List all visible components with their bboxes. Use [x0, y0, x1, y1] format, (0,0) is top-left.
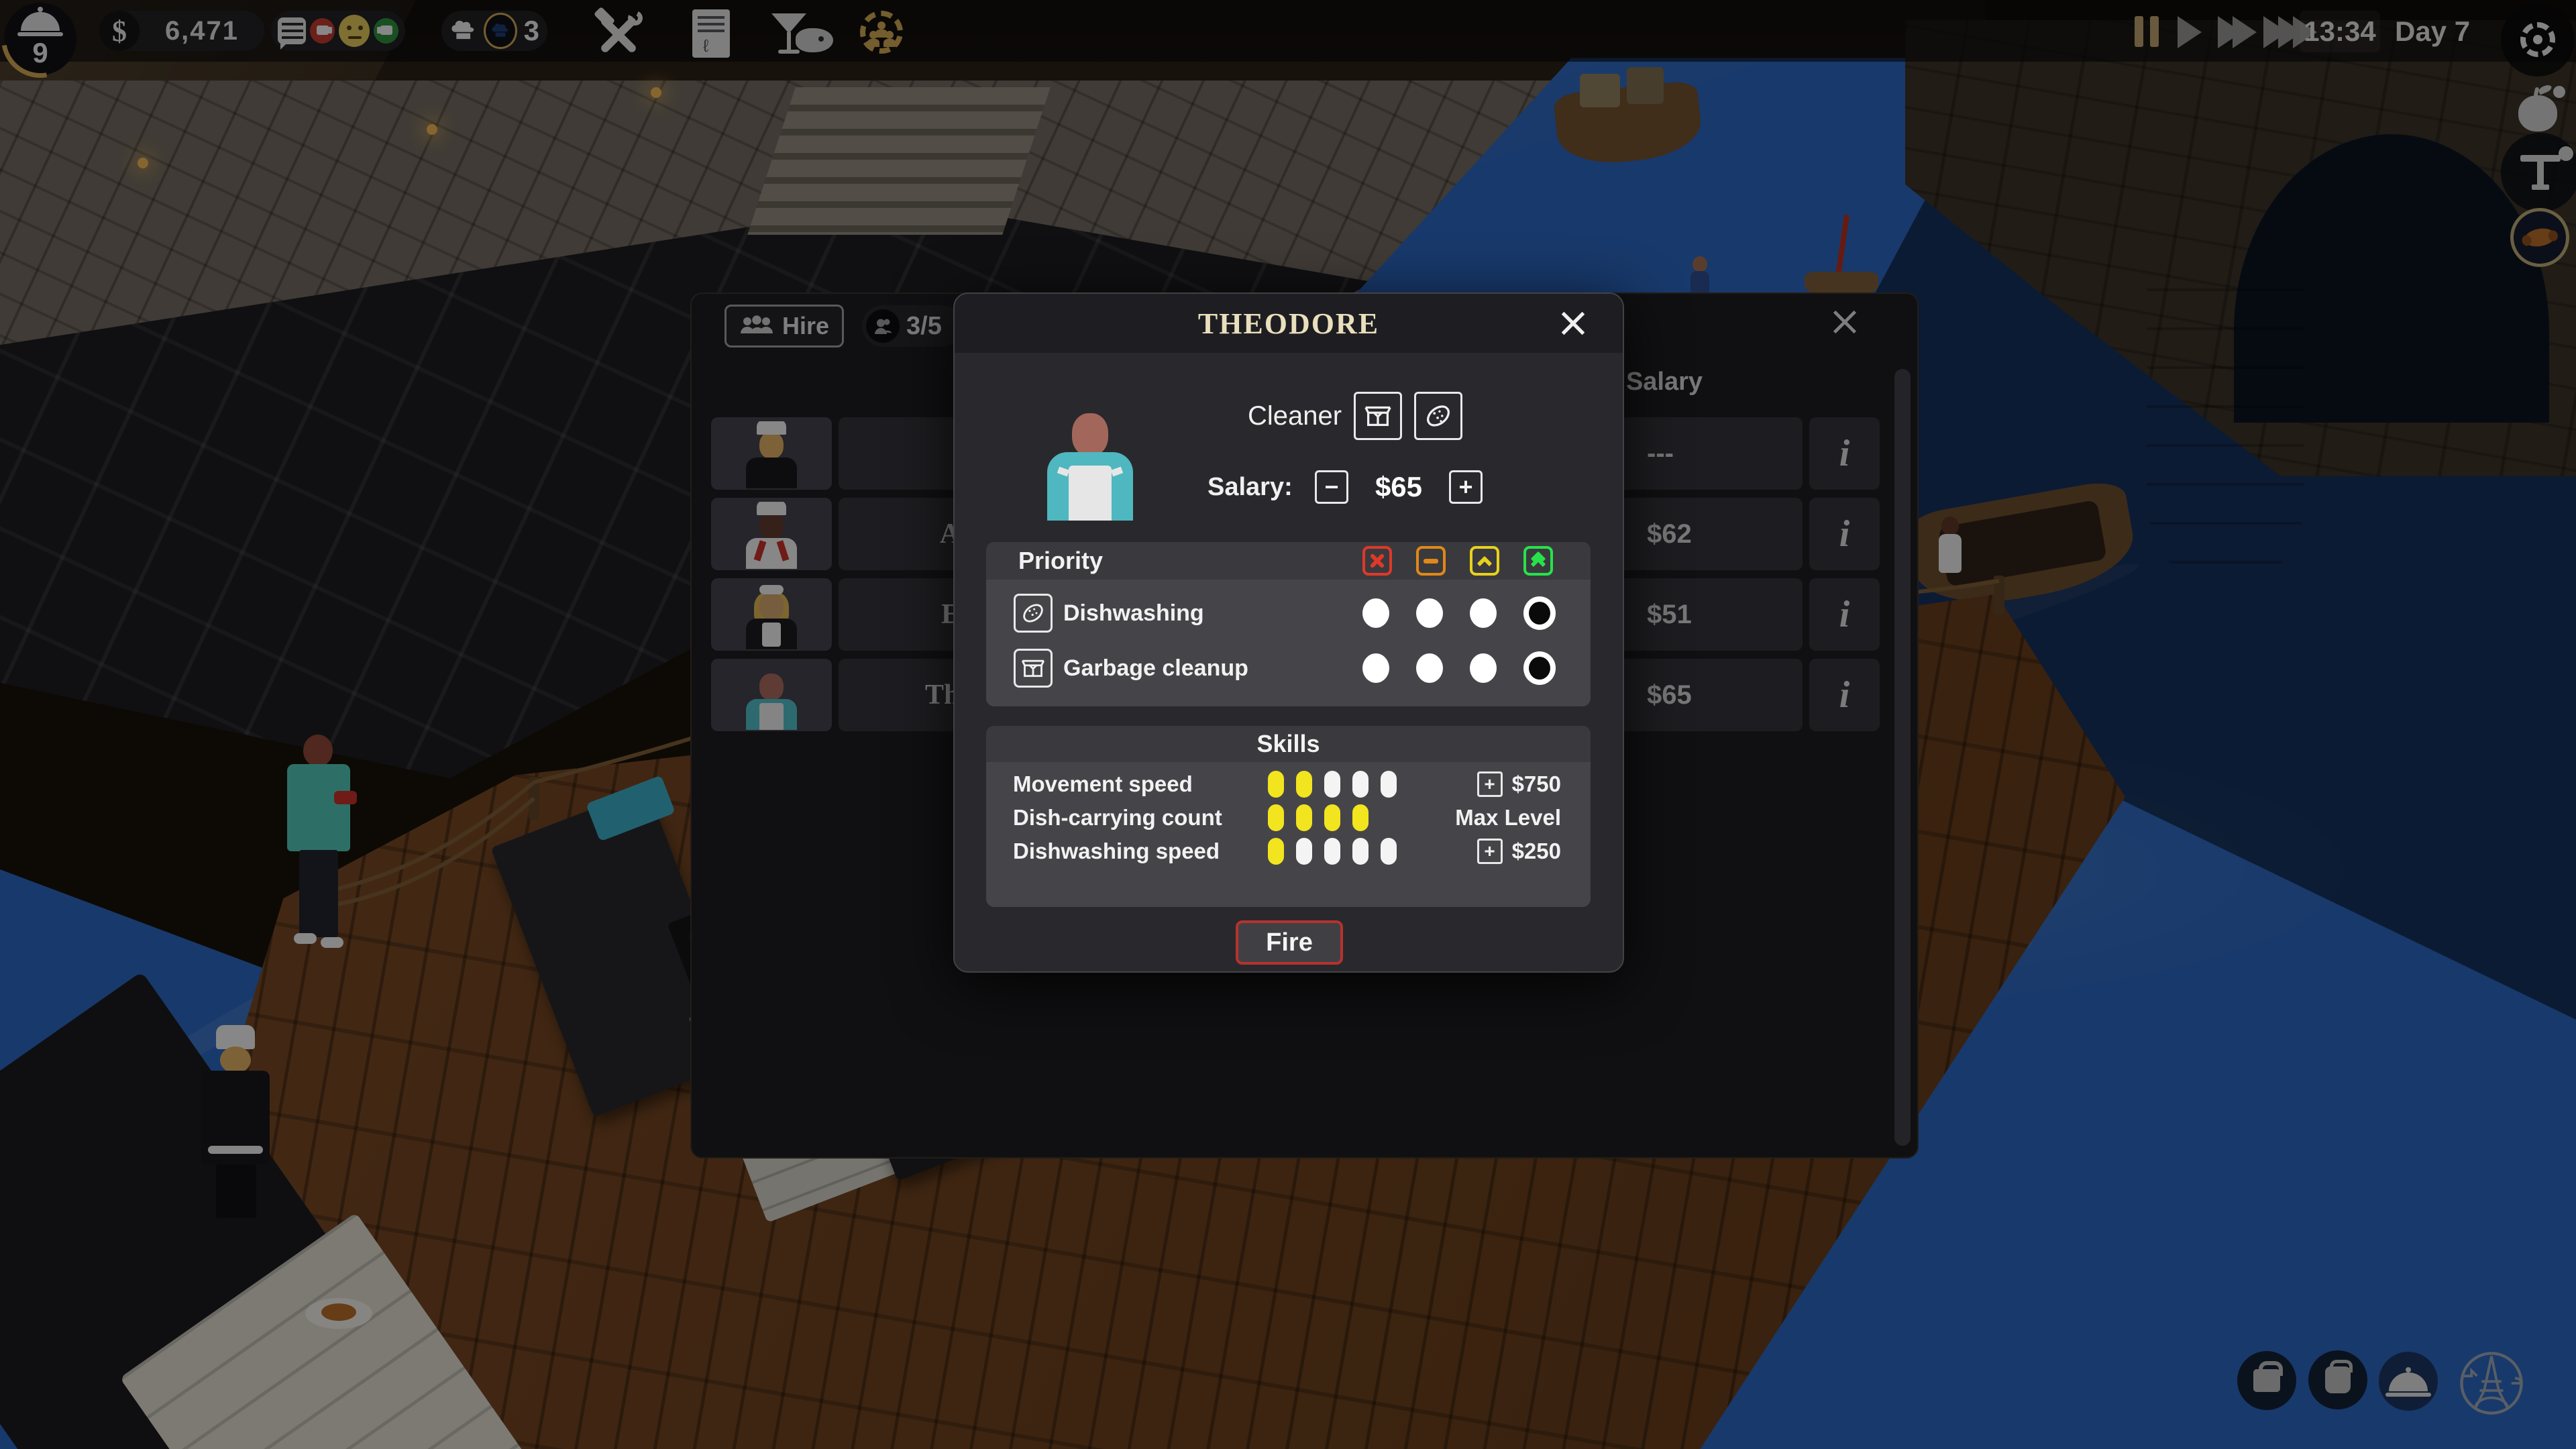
priority-radio-medium[interactable]: [1470, 598, 1497, 628]
skill-pip: [1296, 771, 1312, 798]
max-level-label: Max Level: [1455, 805, 1561, 830]
skill-pip: [1381, 771, 1397, 798]
skill-row-dishcarry: Dish-carrying count Max Level: [986, 801, 1591, 835]
priority-high-icon: [1523, 546, 1553, 576]
skill-pip: [1324, 804, 1340, 831]
priority-radio-medium[interactable]: [1470, 653, 1497, 683]
skill-pip: [1381, 838, 1397, 865]
skill-row-movement: Movement speed + $750: [986, 767, 1591, 801]
salary-value: $65: [1348, 471, 1449, 503]
priority-radio-low[interactable]: [1416, 598, 1443, 628]
priority-radio-high[interactable]: [1523, 596, 1556, 630]
skill-pip: [1268, 838, 1284, 865]
priority-medium-icon: [1470, 546, 1499, 576]
skill-pip: [1352, 771, 1368, 798]
role-label: Cleaner: [1248, 401, 1342, 431]
skills-section: Skills Movement speed + $750 Dish-carryi…: [986, 726, 1591, 907]
task-label: Dishwashing: [1063, 600, 1362, 627]
sponge-icon: [1014, 594, 1053, 633]
upgrade-cost: $250: [1512, 839, 1561, 864]
skill-pip: [1324, 838, 1340, 865]
skill-label: Dishwashing speed: [1013, 839, 1268, 864]
game-screen: 9 $ 6,471 3: [0, 0, 2576, 1449]
dishwashing-role-button[interactable]: [1414, 392, 1462, 440]
sponge-icon: [1423, 400, 1454, 431]
salary-increase-button[interactable]: +: [1449, 470, 1483, 504]
priority-header: Priority: [1018, 547, 1362, 575]
priority-radio-none[interactable]: [1362, 598, 1389, 628]
skill-row-dishwash-speed: Dishwashing speed + $250: [986, 835, 1591, 868]
salary-label: Salary:: [1208, 473, 1315, 502]
upgrade-cost: $750: [1512, 771, 1561, 797]
skill-label: Movement speed: [1013, 771, 1268, 797]
modal-close-icon[interactable]: [1558, 309, 1588, 338]
priority-none-icon: [1362, 546, 1392, 576]
skill-pip: [1352, 804, 1368, 831]
skill-pip: [1296, 804, 1312, 831]
skills-header: Skills: [986, 726, 1591, 762]
priority-section: Priority Dishwashing: [986, 542, 1591, 706]
employee-portrait: [1036, 408, 1144, 521]
upgrade-button[interactable]: +: [1477, 839, 1503, 864]
priority-low-icon: [1416, 546, 1446, 576]
fire-button[interactable]: Fire: [1236, 920, 1343, 965]
box-icon: [1362, 400, 1393, 431]
task-label: Garbage cleanup: [1063, 655, 1362, 682]
garbage-role-button[interactable]: [1354, 392, 1402, 440]
modal-title: Theodore: [955, 294, 1623, 353]
upgrade-button[interactable]: +: [1477, 771, 1503, 797]
priority-row-dishwashing: Dishwashing: [986, 589, 1591, 637]
box-icon: [1014, 649, 1053, 688]
skill-pip: [1352, 838, 1368, 865]
skill-label: Dish-carrying count: [1013, 805, 1268, 830]
skill-pip: [1268, 771, 1284, 798]
priority-row-garbage: Garbage cleanup: [986, 644, 1591, 692]
priority-radio-high[interactable]: [1523, 651, 1556, 685]
salary-decrease-button[interactable]: −: [1315, 470, 1348, 504]
skill-pip: [1324, 771, 1340, 798]
priority-radio-none[interactable]: [1362, 653, 1389, 683]
skill-pip: [1268, 804, 1284, 831]
skill-pip: [1296, 838, 1312, 865]
priority-radio-low[interactable]: [1416, 653, 1443, 683]
